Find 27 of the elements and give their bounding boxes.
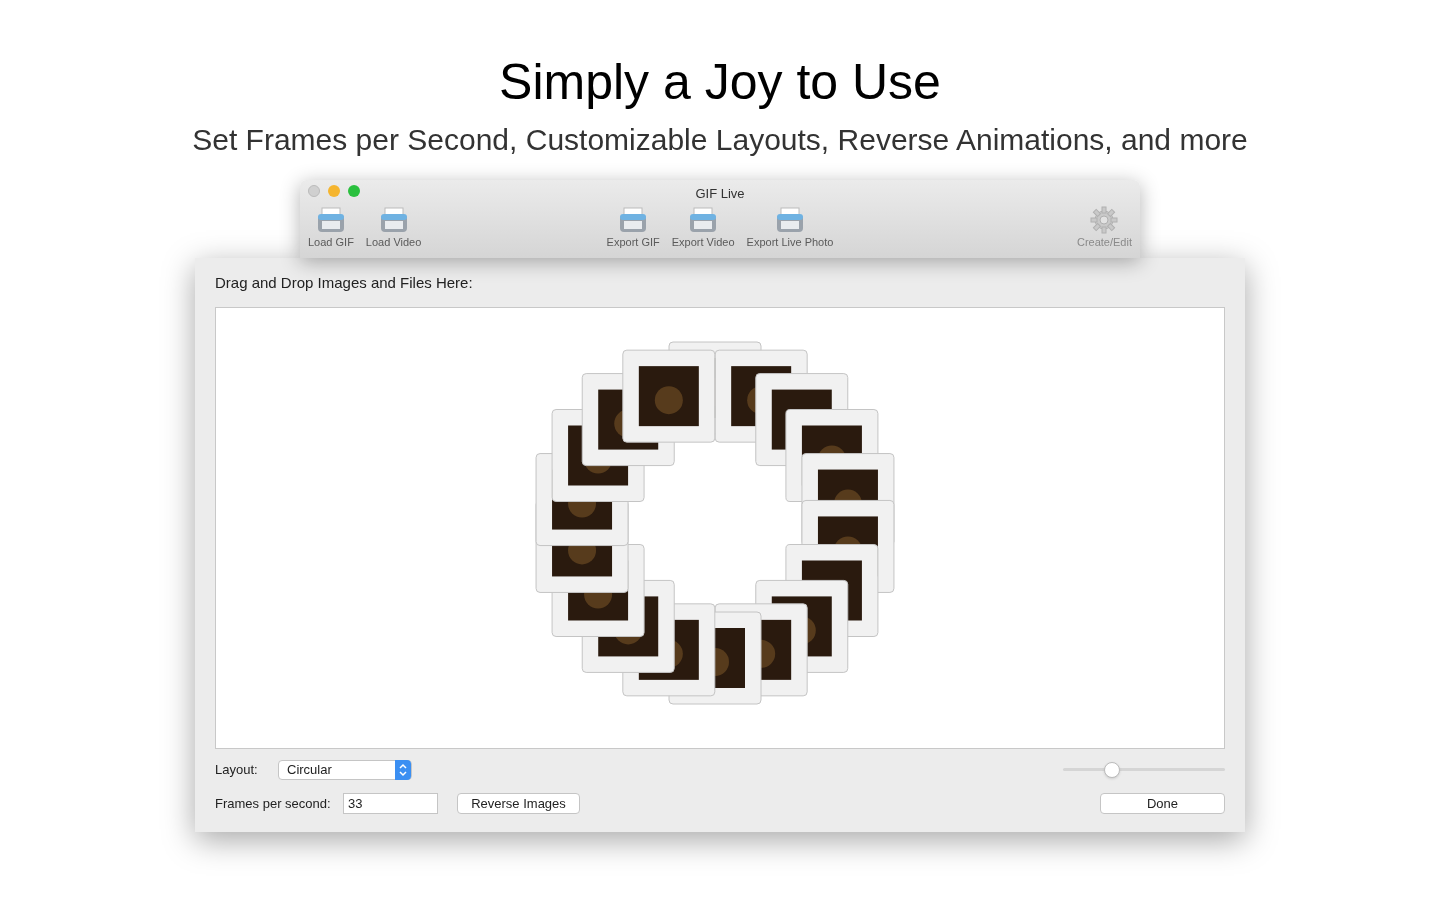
stepper-icon: [395, 759, 411, 780]
close-button[interactable]: [308, 185, 320, 197]
tray-icon: [688, 205, 719, 234]
zoom-button[interactable]: [348, 185, 360, 197]
minimize-button[interactable]: [328, 185, 340, 197]
size-slider[interactable]: [1063, 761, 1225, 778]
reverse-images-button[interactable]: Reverse Images: [457, 793, 580, 814]
drop-label: Drag and Drop Images and Files Here:: [215, 273, 474, 293]
layout-label: Layout:: [215, 760, 259, 779]
headline: Simply a Joy to Use: [499, 53, 941, 112]
toolbar-button[interactable]: Export GIF: [602, 205, 664, 250]
tray-icon: [618, 205, 649, 234]
toolbar-button[interactable]: Load Video: [361, 205, 426, 250]
tray-icon: [315, 205, 346, 234]
tray-icon: [378, 205, 409, 234]
fps-field[interactable]: 33: [343, 793, 438, 814]
layout-dropdown[interactable]: Circular: [278, 759, 412, 780]
subheadline: Set Frames per Second, Customizable Layouts, Reverse Animations, and more: [192, 122, 1248, 158]
toolbar-button[interactable]: Export Video: [667, 205, 739, 250]
gear-icon: [1089, 205, 1120, 234]
done-button[interactable]: Done: [1100, 793, 1225, 814]
fps-label: Frames per second:: [215, 794, 332, 813]
window-title: GIF Live: [695, 185, 745, 203]
tray-icon: [775, 205, 805, 234]
toolbar-button[interactable]: Export Live Photo: [742, 205, 838, 250]
drop-area[interactable]: [215, 306, 1225, 749]
toolbar-button[interactable]: Load GIF: [304, 205, 358, 250]
